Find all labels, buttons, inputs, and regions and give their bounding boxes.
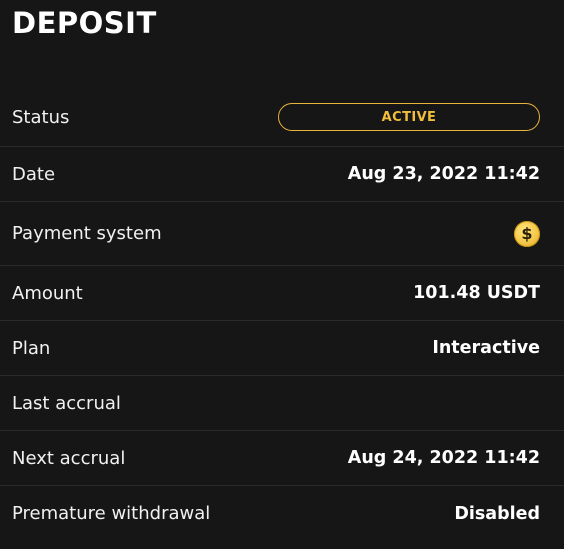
deposit-details-list: Status ACTIVE Date Aug 23, 2022 11:42 Pa… (0, 88, 564, 541)
dollar-coin-icon: $ (514, 220, 540, 247)
next-accrual-value: Aug 24, 2022 11:42 (347, 448, 540, 468)
amount-label: Amount (12, 282, 83, 304)
status-label: Status (12, 106, 70, 128)
amount-value: 101.48 USDT (413, 283, 540, 303)
page-title: DEPOSIT (12, 6, 157, 40)
date-label: Date (12, 163, 56, 185)
last-accrual-label: Last accrual (12, 392, 121, 414)
date-value: Aug 23, 2022 11:42 (347, 164, 540, 184)
premature-withdrawal-label: Premature withdrawal (12, 503, 211, 524)
status-badge: ACTIVE (278, 103, 540, 131)
detail-row-amount: Amount 101.48 USDT (0, 266, 564, 321)
next-accrual-label: Next accrual (12, 447, 126, 469)
detail-row-plan: Plan Interactive (0, 321, 564, 376)
plan-label: Plan (12, 337, 51, 359)
detail-row-next-accrual: Next accrual Aug 24, 2022 11:42 (0, 431, 564, 486)
detail-row-payment-system: Payment system $ (0, 202, 564, 266)
deposit-panel: DEPOSIT Status ACTIVE Date Aug 23, 2022 … (0, 0, 564, 549)
premature-withdrawal-value: Disabled (454, 503, 540, 524)
detail-row-date: Date Aug 23, 2022 11:42 (0, 147, 564, 202)
detail-row-last-accrual: Last accrual (0, 376, 564, 431)
detail-row-premature-withdrawal: Premature withdrawal Disabled (0, 486, 564, 541)
detail-row-status: Status ACTIVE (0, 88, 564, 147)
plan-value: Interactive (432, 338, 540, 358)
payment-system-label: Payment system (12, 223, 162, 244)
